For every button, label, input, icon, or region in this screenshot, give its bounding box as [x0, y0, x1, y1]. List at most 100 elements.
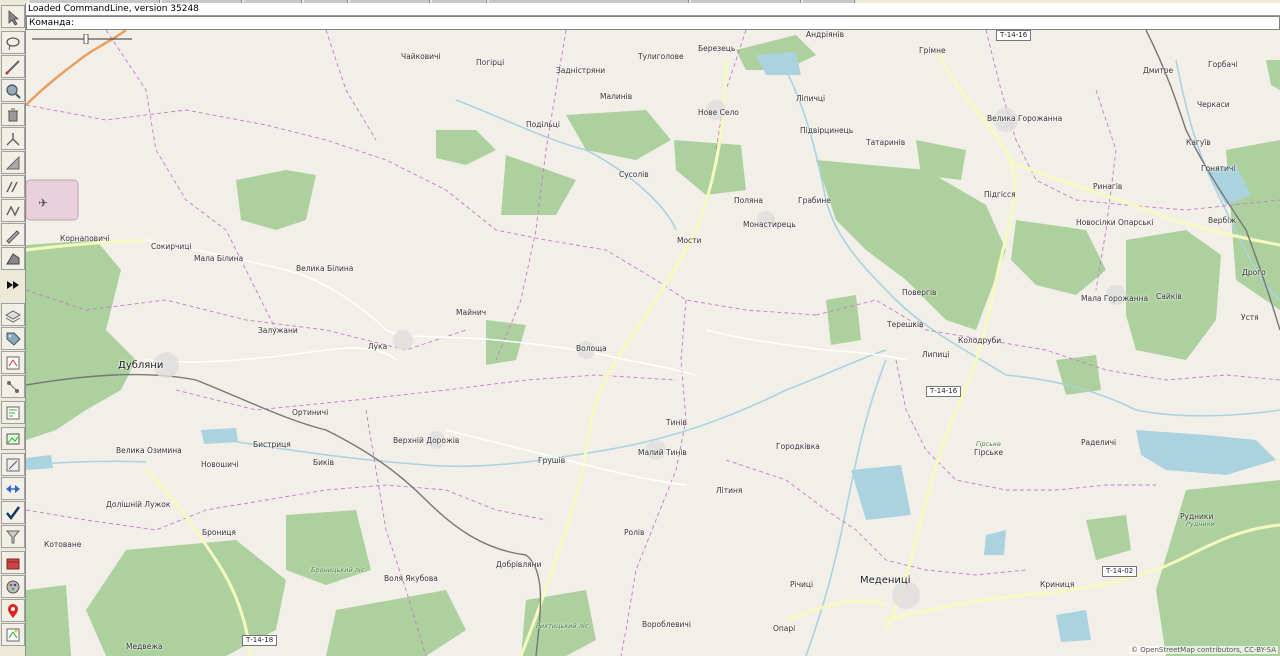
select-tool-button[interactable] — [1, 5, 25, 28]
delete-tool-button[interactable] — [1, 103, 25, 126]
parallel-icon — [6, 181, 18, 192]
airport-area: ✈ — [26, 179, 79, 221]
image-icon — [6, 433, 20, 444]
place-label: Тинів — [666, 418, 687, 427]
place-label: Дрого — [1242, 268, 1266, 277]
place-label: Монастирець — [743, 220, 796, 229]
filter-icon — [6, 406, 20, 419]
place-label: Ортиничі — [292, 408, 329, 417]
forest-area — [26, 240, 136, 440]
place-label: Поляна — [734, 196, 764, 205]
place-label: Подільці — [526, 120, 560, 129]
road-minor — [145, 347, 397, 363]
place-label: Сокирчиці — [151, 242, 192, 251]
place-label: Мала Горожанна — [1081, 294, 1149, 303]
more-icon — [7, 280, 19, 289]
place-label: Новошичі — [201, 460, 239, 469]
lasso-tool-button[interactable] — [1, 31, 25, 54]
package-icon — [6, 558, 20, 569]
command-input[interactable] — [73, 17, 1279, 29]
place-label: Гонятичі — [1201, 164, 1236, 173]
place-label: Літиня — [716, 486, 743, 495]
place-label: Бистриця — [253, 440, 291, 449]
place-label: Березець — [698, 44, 736, 53]
package-tool-button[interactable] — [1, 551, 25, 574]
plugin-icon — [6, 628, 20, 641]
merge-icon — [6, 484, 20, 493]
filter-tool-button[interactable] — [1, 401, 25, 424]
place-label: Підгісся — [984, 190, 1016, 199]
place-label: Опарі — [773, 624, 796, 633]
place-label: Котоване — [44, 540, 82, 549]
place-label: Долішній Лужок — [106, 500, 171, 509]
layers-tool-button[interactable] — [1, 303, 25, 326]
delete-icon — [8, 108, 18, 121]
place-label: Малий Тинів — [638, 448, 687, 457]
preset-tool-button[interactable] — [1, 351, 25, 374]
place-label: Колодруби — [958, 336, 1002, 345]
palette-tool-button[interactable] — [1, 575, 25, 598]
water-body — [1056, 610, 1091, 642]
merge-tool-button[interactable] — [1, 477, 25, 500]
place-label: Грабине — [798, 196, 831, 205]
place-label: Ролів — [624, 528, 645, 537]
place-label: Сайків — [1156, 292, 1182, 301]
validate-tool-button[interactable] — [1, 501, 25, 524]
tag-tool-button[interactable] — [1, 327, 25, 350]
funnel-icon — [5, 530, 21, 543]
preset-icon — [6, 356, 20, 369]
measure-icon — [6, 458, 20, 471]
road-ref-shield: Т-14-16 — [996, 30, 1032, 41]
select-icon — [8, 9, 20, 26]
boundary-line — [325, 30, 377, 141]
forest-area — [1156, 480, 1280, 656]
image-tool-button[interactable] — [1, 427, 25, 450]
relation-tool-button[interactable] — [1, 375, 25, 398]
place-label: Терешків — [887, 320, 924, 329]
forest-label: Рихтицький ліс — [536, 622, 589, 630]
measure-tool-button[interactable] — [1, 453, 25, 476]
command-line[interactable]: Команда: — [26, 16, 1280, 30]
marker-tool-button[interactable] — [1, 599, 25, 622]
relation-icon — [7, 380, 19, 393]
place-label: Мала Білина — [194, 254, 244, 263]
align-tool-button[interactable] — [1, 151, 25, 174]
more-tool-button[interactable] — [1, 273, 25, 296]
place-label: Повергів — [902, 288, 937, 297]
lasso-icon — [6, 36, 20, 50]
zoom-slider[interactable] — [32, 34, 132, 44]
forest-area — [501, 155, 576, 215]
palette-icon — [6, 580, 20, 593]
map-canvas[interactable]: ✈ — [26, 30, 1280, 656]
place-label: Биків — [313, 458, 335, 467]
zoom-tool-button[interactable] — [1, 79, 25, 102]
pencil-tool-button[interactable] — [1, 223, 25, 246]
map-view[interactable]: ✈ Чайковичі Погірці Задністряни Тулиголове Б… — [26, 30, 1280, 656]
parallel-tool-button[interactable] — [1, 175, 25, 198]
simplify-tool-button[interactable] — [1, 199, 25, 222]
place-label: Ліпичці — [796, 94, 826, 103]
left-toolbar — [0, 3, 26, 656]
water-body — [756, 52, 801, 75]
split-tool-button[interactable] — [1, 127, 25, 150]
funnel-tool-button[interactable] — [1, 525, 25, 548]
draw-line-icon — [5, 59, 20, 74]
zoom-icon — [6, 83, 21, 99]
place-label: Воля Якубова — [384, 574, 438, 583]
place-label: Корнаповичі — [60, 234, 110, 243]
place-label: Брониця — [202, 528, 236, 537]
place-label: Дмитре — [1143, 66, 1174, 75]
draw-line-tool-button[interactable] — [1, 55, 25, 78]
building-tool-button[interactable] — [1, 247, 25, 270]
place-label: Татаринів — [866, 138, 906, 147]
forest-area — [26, 585, 71, 656]
plugin-tool-button[interactable] — [1, 623, 25, 646]
place-label: Тулиголове — [638, 52, 684, 61]
place-label: Новосілки Опарські — [1076, 218, 1154, 227]
place-label: Мости — [677, 236, 702, 245]
place-label: Горбачі — [1208, 60, 1238, 69]
forest-area — [1011, 220, 1106, 295]
forest-label: Рудники — [1186, 520, 1215, 528]
map-attribution: © OpenStreetMap contributors, CC-BY-SA — [1128, 646, 1278, 654]
place-label: Сусолів — [619, 170, 649, 179]
